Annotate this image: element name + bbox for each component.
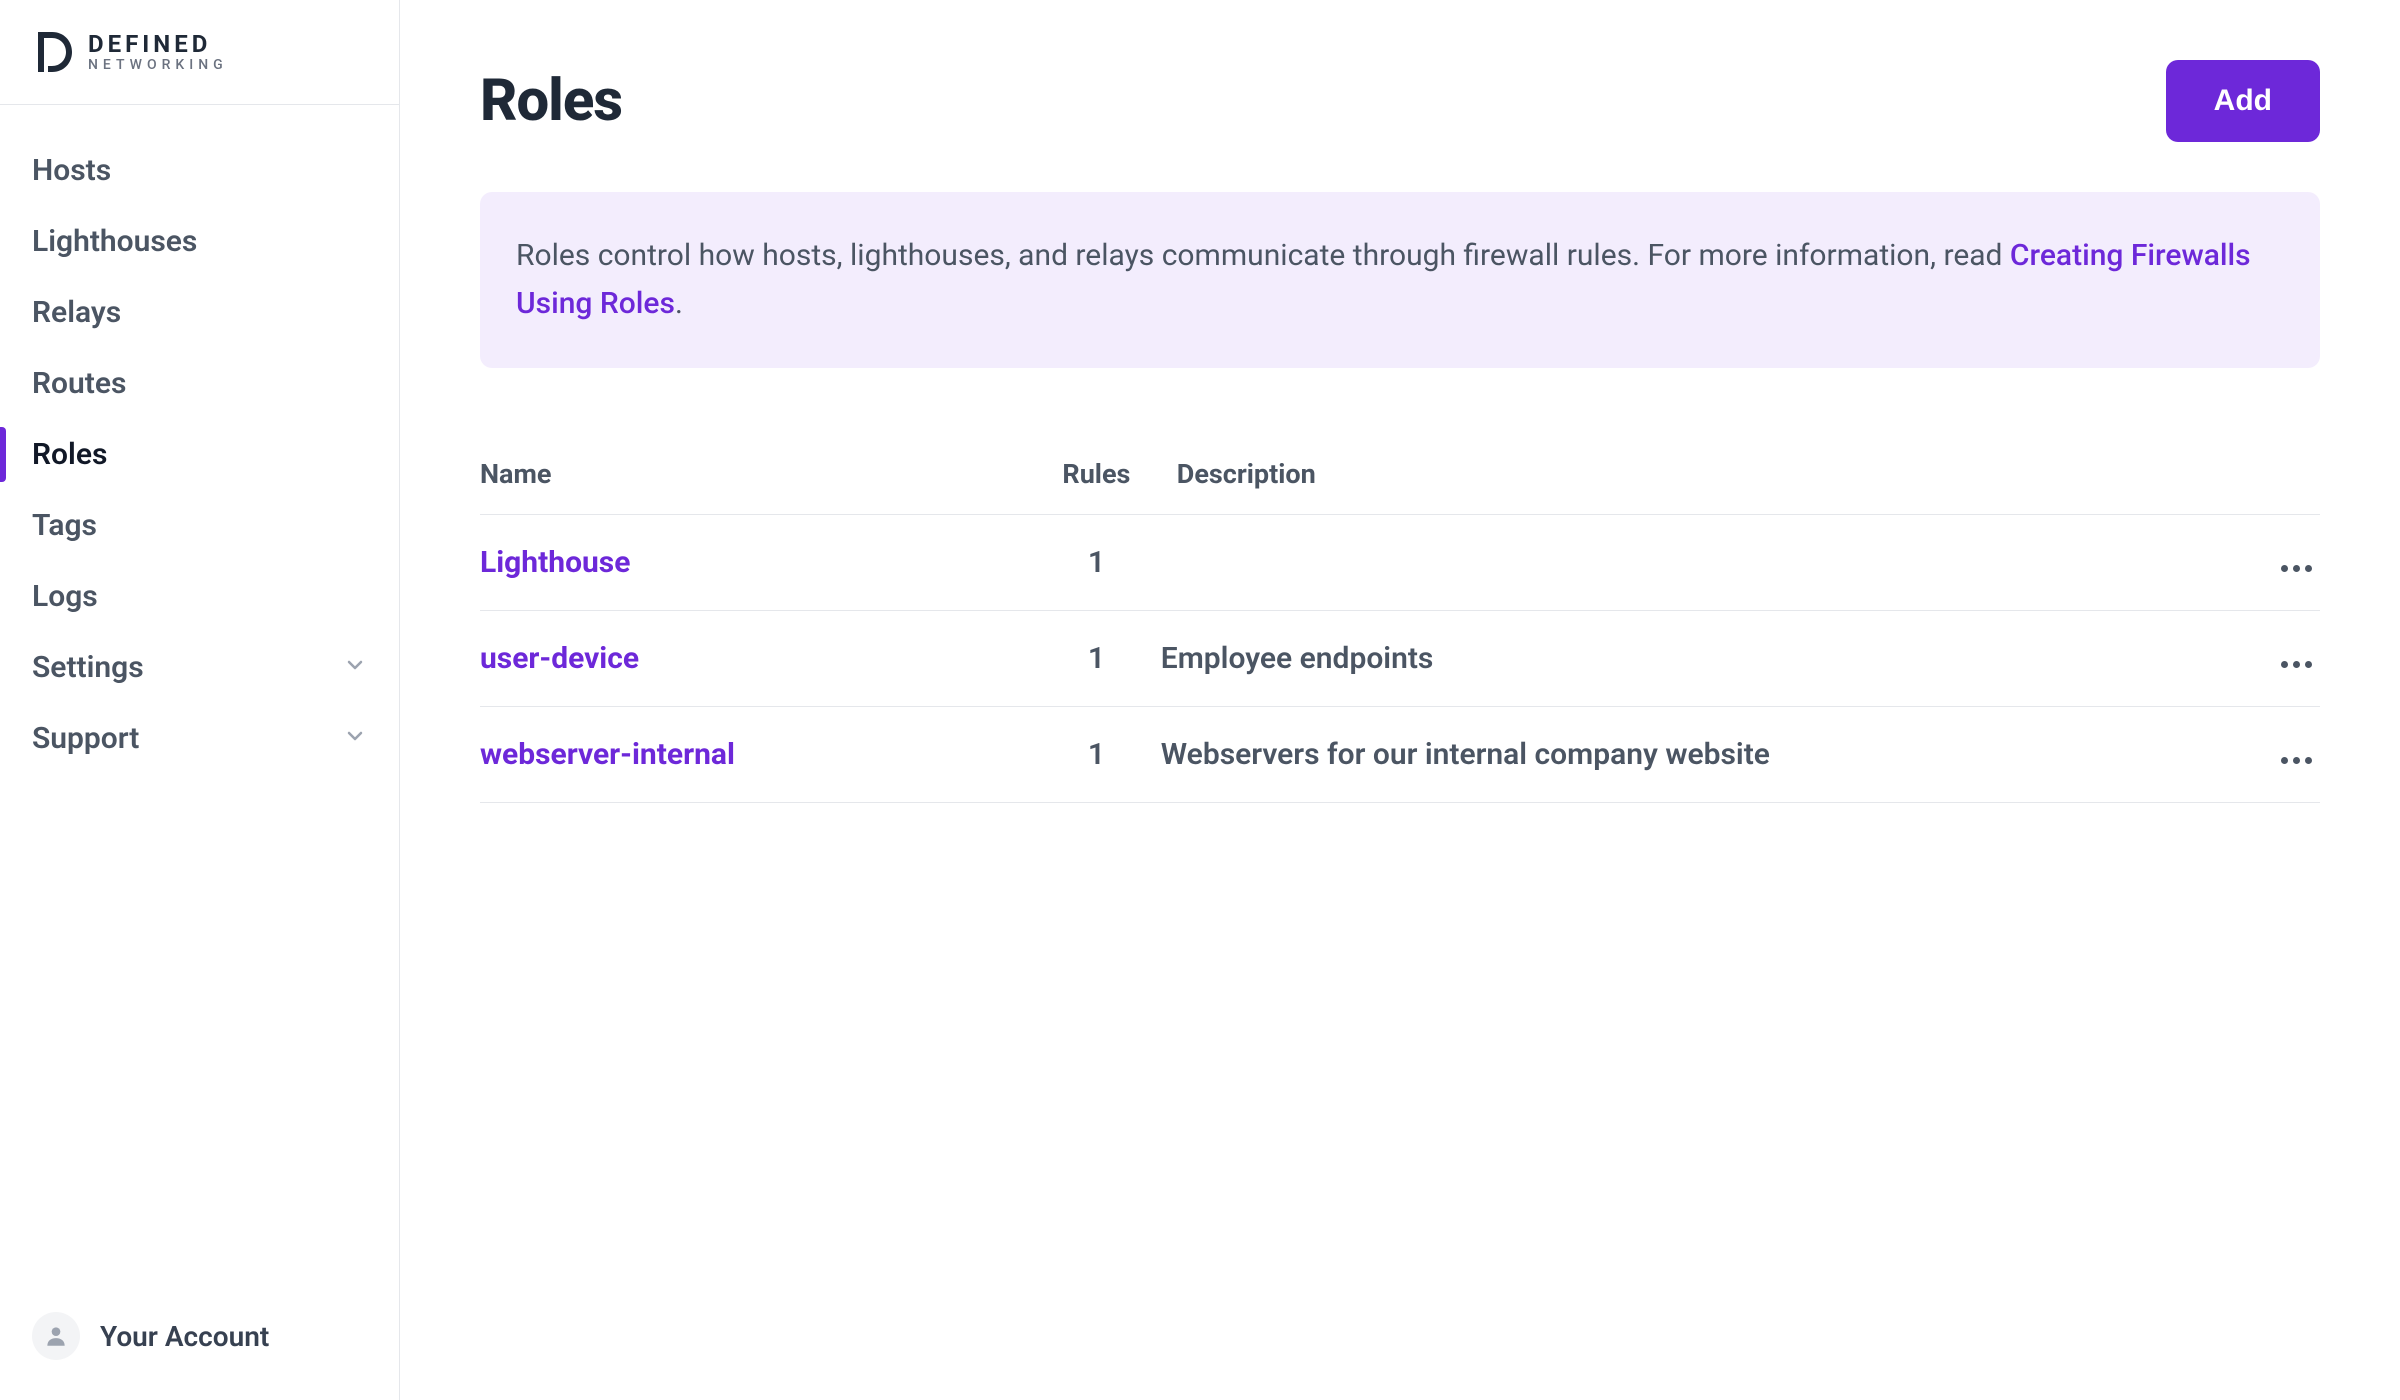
role-name-link[interactable]: Lighthouse — [480, 545, 630, 580]
brand-sub: NETWORKING — [88, 58, 228, 72]
table-row: Lighthouse 1 — [480, 515, 2320, 611]
sidebar-item-label: Settings — [32, 650, 144, 685]
role-name-link[interactable]: user-device — [480, 641, 639, 676]
banner-text: Roles control how hosts, lighthouses, an… — [516, 238, 2010, 273]
account-menu[interactable]: Your Account — [0, 1284, 399, 1400]
sidebar-item-label: Routes — [32, 366, 126, 401]
role-rules: 1 — [1032, 707, 1161, 803]
sidebar-item-settings[interactable]: Settings — [0, 632, 399, 703]
sidebar-item-label: Support — [32, 721, 139, 756]
role-name-link[interactable]: webserver-internal — [480, 737, 735, 772]
more-icon[interactable] — [2281, 565, 2312, 572]
role-description: Employee endpoints — [1161, 611, 2191, 707]
role-rules: 1 — [1032, 611, 1161, 707]
info-banner: Roles control how hosts, lighthouses, an… — [480, 192, 2320, 368]
sidebar-item-label: Roles — [32, 437, 107, 472]
avatar — [32, 1312, 80, 1360]
col-header-rules: Rules — [1032, 438, 1161, 515]
logo[interactable]: DEFINED NETWORKING — [0, 0, 399, 105]
sidebar-item-label: Hosts — [32, 153, 111, 188]
account-label: Your Account — [100, 1320, 269, 1353]
brand-name: DEFINED — [88, 32, 228, 56]
sidebar-item-lighthouses[interactable]: Lighthouses — [0, 206, 399, 277]
nav: Hosts Lighthouses Relays Routes Roles Ta… — [0, 105, 399, 1284]
col-header-name: Name — [480, 438, 1032, 515]
banner-after: . — [675, 286, 683, 321]
more-icon[interactable] — [2281, 661, 2312, 668]
page-header: Roles Add — [480, 60, 2320, 142]
sidebar-item-label: Relays — [32, 295, 121, 330]
sidebar-item-logs[interactable]: Logs — [0, 561, 399, 632]
main-content: Roles Add Roles control how hosts, light… — [400, 0, 2400, 1400]
role-rules: 1 — [1032, 515, 1161, 611]
logo-icon — [32, 30, 74, 74]
sidebar-item-support[interactable]: Support — [0, 703, 399, 774]
col-header-description: Description — [1161, 438, 2191, 515]
sidebar-item-label: Lighthouses — [32, 224, 197, 259]
table-row: user-device 1 Employee endpoints — [480, 611, 2320, 707]
role-description — [1161, 515, 2191, 611]
roles-table: Name Rules Description Lighthouse 1 user… — [480, 438, 2320, 803]
sidebar-item-roles[interactable]: Roles — [0, 419, 399, 490]
logo-text: DEFINED NETWORKING — [88, 32, 228, 72]
sidebar-item-hosts[interactable]: Hosts — [0, 135, 399, 206]
sidebar-item-label: Tags — [32, 508, 97, 543]
table-row: webserver-internal 1 Webservers for our … — [480, 707, 2320, 803]
chevron-down-icon — [343, 650, 367, 685]
sidebar-item-relays[interactable]: Relays — [0, 277, 399, 348]
page-title: Roles — [480, 67, 622, 135]
col-header-actions — [2191, 438, 2320, 515]
add-button[interactable]: Add — [2166, 60, 2320, 142]
sidebar-item-routes[interactable]: Routes — [0, 348, 399, 419]
more-icon[interactable] — [2281, 757, 2312, 764]
sidebar-item-tags[interactable]: Tags — [0, 490, 399, 561]
sidebar-item-label: Logs — [32, 579, 98, 614]
chevron-down-icon — [343, 721, 367, 756]
sidebar: DEFINED NETWORKING Hosts Lighthouses Rel… — [0, 0, 400, 1400]
role-description: Webservers for our internal company webs… — [1161, 707, 2191, 803]
